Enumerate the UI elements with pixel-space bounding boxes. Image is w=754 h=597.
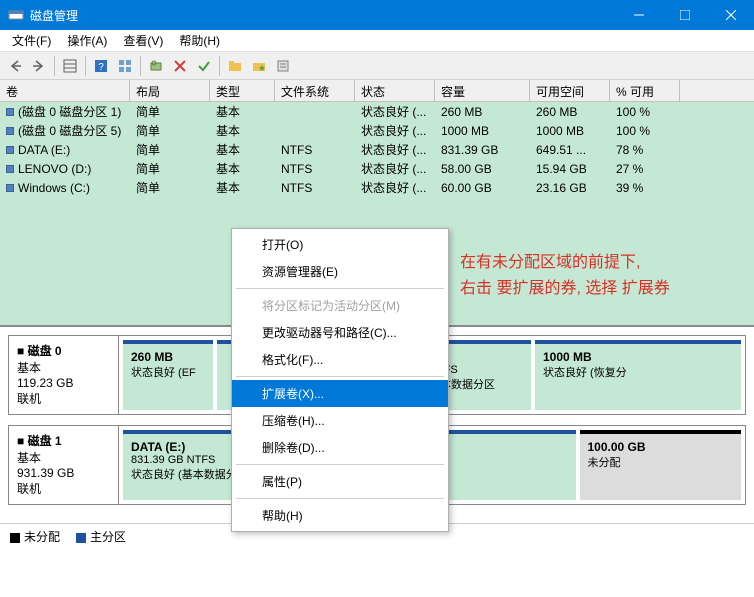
folder-icon[interactable] xyxy=(224,55,246,77)
col-fs[interactable]: 文件系统 xyxy=(275,80,355,101)
ctx-delete-volume[interactable]: 删除卷(D)... xyxy=(232,434,448,461)
svg-text:?: ? xyxy=(98,62,104,73)
disk-0-label[interactable]: ■ 磁盘 0 基本 119.23 GB 联机 xyxy=(9,336,119,414)
apply-icon[interactable] xyxy=(193,55,215,77)
context-menu: 打开(O) 资源管理器(E) 将分区标记为活动分区(M) 更改驱动器号和路径(C… xyxy=(231,228,449,532)
col-volume[interactable]: 卷 xyxy=(0,80,130,101)
table-row[interactable]: (磁盘 0 磁盘分区 1)简单基本状态良好 (...260 MB260 MB10… xyxy=(0,102,754,121)
ctx-mark-active: 将分区标记为活动分区(M) xyxy=(232,292,448,319)
help-icon[interactable]: ? xyxy=(90,55,112,77)
table-row[interactable]: (磁盘 0 磁盘分区 5)简单基本状态良好 (...1000 MB1000 MB… xyxy=(0,121,754,140)
close-button[interactable] xyxy=(708,0,754,30)
refresh-icon[interactable] xyxy=(145,55,167,77)
ctx-explorer[interactable]: 资源管理器(E) xyxy=(232,258,448,285)
forward-icon[interactable] xyxy=(28,55,50,77)
ctx-properties[interactable]: 属性(P) xyxy=(232,468,448,495)
disk-0-partition-1[interactable]: 260 MB 状态良好 (EF xyxy=(123,340,213,410)
grid-icon[interactable] xyxy=(114,55,136,77)
properties-icon[interactable] xyxy=(272,55,294,77)
legend-primary: 主分区 xyxy=(90,530,126,544)
menu-help[interactable]: 帮助(H) xyxy=(171,30,228,51)
titlebar[interactable]: 磁盘管理 xyxy=(0,0,754,30)
table-header: 卷 布局 类型 文件系统 状态 容量 可用空间 % 可用 xyxy=(0,80,754,102)
disk-1-title: 磁盘 1 xyxy=(28,434,62,448)
ctx-format[interactable]: 格式化(F)... xyxy=(232,346,448,373)
list-view-icon[interactable] xyxy=(59,55,81,77)
app-icon xyxy=(8,7,24,23)
minimize-button[interactable] xyxy=(616,0,662,30)
maximize-button[interactable] xyxy=(662,0,708,30)
col-pct[interactable]: % 可用 xyxy=(610,80,680,101)
menubar: 文件(F) 操作(A) 查看(V) 帮助(H) xyxy=(0,30,754,52)
disk-1-type: 基本 xyxy=(17,449,110,466)
ctx-extend-volume[interactable]: 扩展卷(X)... xyxy=(232,380,448,407)
disk-1-size: 931.39 GB xyxy=(17,466,110,480)
ctx-help[interactable]: 帮助(H) xyxy=(232,502,448,529)
disk-1-label[interactable]: ■ 磁盘 1 基本 931.39 GB 联机 xyxy=(9,426,119,504)
back-icon[interactable] xyxy=(4,55,26,77)
col-status[interactable]: 状态 xyxy=(355,80,435,101)
menu-file[interactable]: 文件(F) xyxy=(4,30,59,51)
col-capacity[interactable]: 容量 xyxy=(435,80,530,101)
ctx-shrink-volume[interactable]: 压缩卷(H)... xyxy=(232,407,448,434)
ctx-open[interactable]: 打开(O) xyxy=(232,231,448,258)
menu-action[interactable]: 操作(A) xyxy=(59,30,115,51)
delete-icon[interactable] xyxy=(169,55,191,77)
folder-star-icon[interactable] xyxy=(248,55,270,77)
legend-unallocated: 未分配 xyxy=(24,530,60,544)
col-layout[interactable]: 布局 xyxy=(130,80,210,101)
disk-0-state: 联机 xyxy=(17,390,110,407)
disk-0-size: 119.23 GB xyxy=(17,376,110,390)
toolbar: ? xyxy=(0,52,754,80)
table-row[interactable]: DATA (E:)简单基本NTFS状态良好 (...831.39 GB649.5… xyxy=(0,140,754,159)
menu-view[interactable]: 查看(V) xyxy=(115,30,171,51)
disk-1-state: 联机 xyxy=(17,480,110,497)
disk-0-type: 基本 xyxy=(17,359,110,376)
window-title: 磁盘管理 xyxy=(30,7,616,24)
col-type[interactable]: 类型 xyxy=(210,80,275,101)
disk-1-unallocated[interactable]: 100.00 GB 未分配 xyxy=(580,430,742,500)
table-row[interactable]: Windows (C:)简单基本NTFS状态良好 (...60.00 GB23.… xyxy=(0,178,754,197)
disk-0-title: 磁盘 0 xyxy=(28,344,62,358)
col-free[interactable]: 可用空间 xyxy=(530,80,610,101)
ctx-change-drive[interactable]: 更改驱动器号和路径(C)... xyxy=(232,319,448,346)
table-row[interactable]: LENOVO (D:)简单基本NTFS状态良好 (...58.00 GB15.9… xyxy=(0,159,754,178)
disk-0-partition-recovery[interactable]: 1000 MB 状态良好 (恢复分 xyxy=(535,340,741,410)
